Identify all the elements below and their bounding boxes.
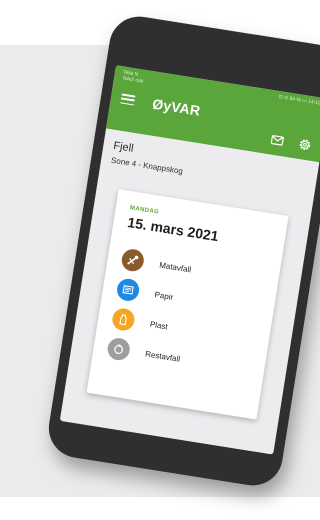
menu-icon[interactable] <box>120 93 136 106</box>
gear-icon[interactable] <box>297 137 313 153</box>
fraction-label: Matavfall <box>158 260 192 274</box>
fraction-label: Restavfall <box>144 348 181 364</box>
app-title: ØyVAR <box>151 95 202 119</box>
fraction-list: Matavfall Papir Plast Restavfall <box>105 244 266 385</box>
paper-icon <box>115 277 141 303</box>
fraction-label: Plast <box>149 319 169 331</box>
mail-icon[interactable] <box>269 132 285 148</box>
pickup-card[interactable]: MANDAG 15. mars 2021 Matavfall Papir Pla… <box>86 189 289 420</box>
app-screen: Telia N Tele2 oak ⊡ ⊙ 84 % ▭ 14:10 ØyVAR <box>59 65 320 455</box>
plastic-icon <box>110 306 136 333</box>
residual-waste-icon <box>106 336 132 362</box>
food-waste-icon <box>120 247 146 273</box>
fraction-label: Papir <box>154 289 174 302</box>
